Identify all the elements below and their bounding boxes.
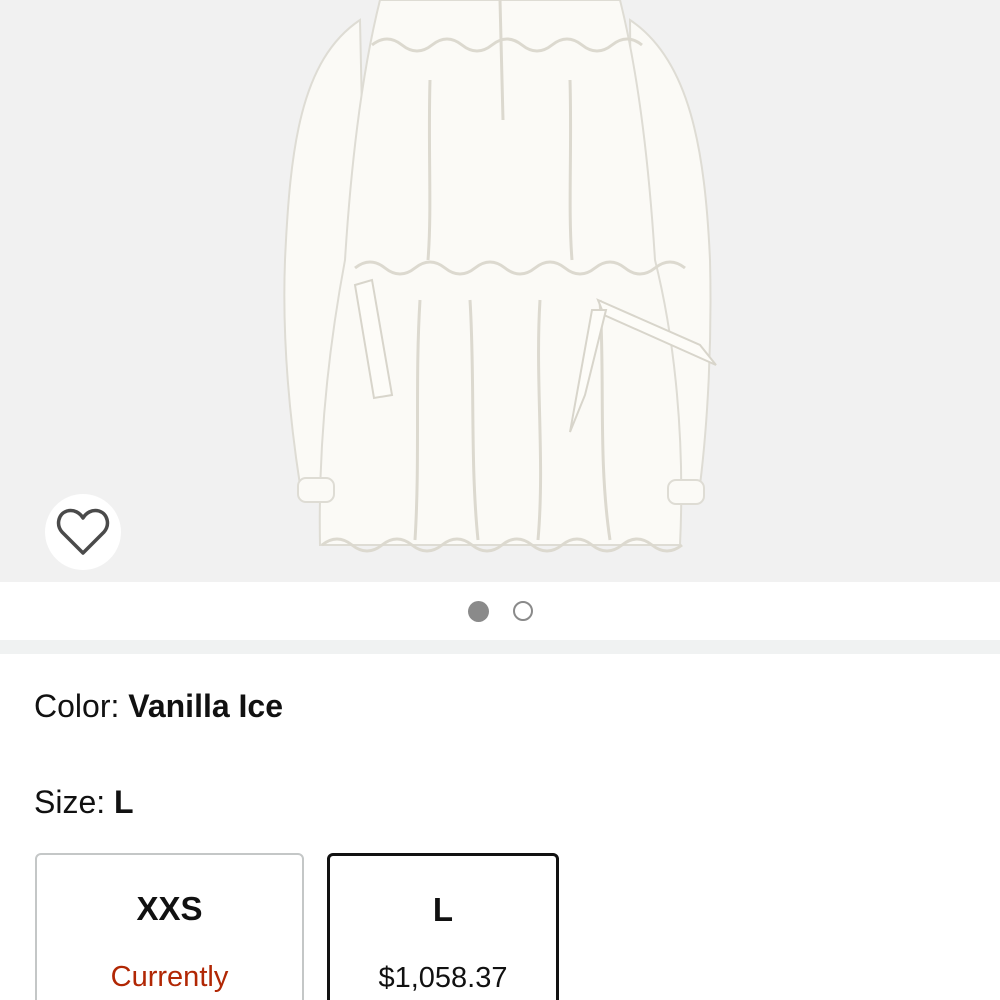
pagination-dot-1[interactable]: [467, 600, 489, 622]
size-option-xxs[interactable]: XXS Currently: [35, 853, 304, 1000]
pagination-dot-2[interactable]: [512, 601, 533, 621]
product-image-gallery[interactable]: [0, 0, 1000, 582]
size-option-price: $1,058.37: [378, 962, 508, 994]
image-pagination: [0, 582, 1000, 640]
section-divider: [0, 640, 1000, 654]
size-selection: Size: L: [34, 782, 134, 822]
size-option-status: Currently: [110, 961, 229, 993]
color-label: Color:: [34, 688, 129, 724]
size-label: Size:: [34, 784, 115, 820]
color-selection: Color: Vanilla Ice: [34, 686, 283, 726]
size-option-label: XXS: [136, 890, 203, 927]
wishlist-button[interactable]: [45, 494, 121, 570]
heart-outline-icon: [56, 508, 110, 555]
size-option-l[interactable]: L $1,058.37: [327, 853, 559, 1000]
color-value: Vanilla Ice: [128, 688, 284, 724]
size-value: L: [114, 784, 134, 820]
product-image[interactable]: [0, 0, 1000, 582]
size-option-label: L: [432, 891, 454, 928]
